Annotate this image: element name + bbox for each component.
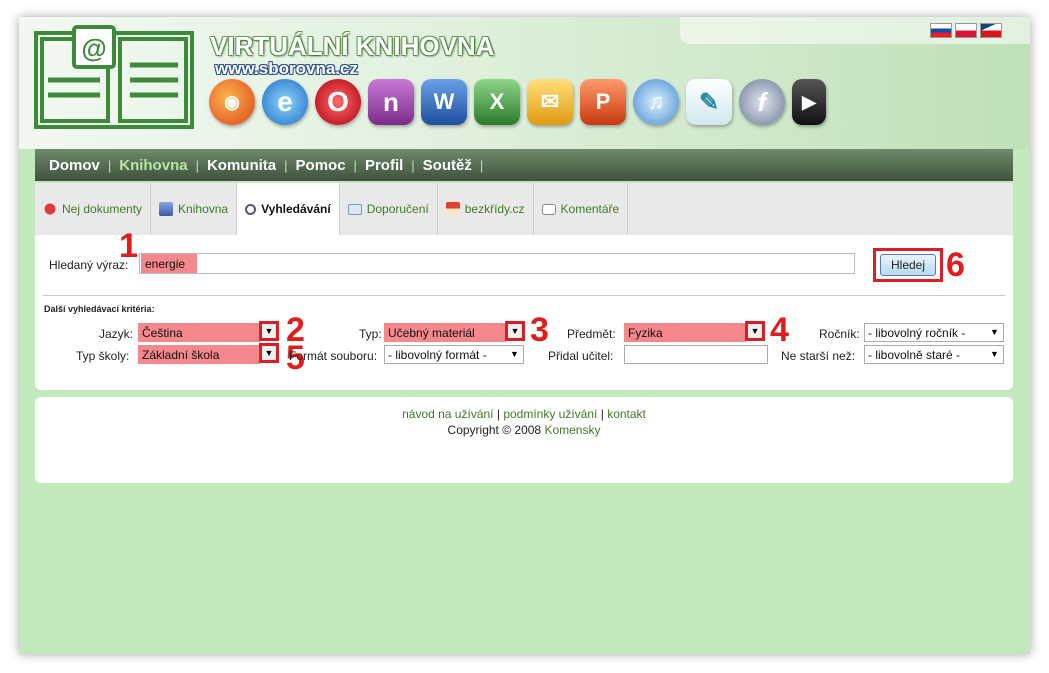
predmet-select[interactable]: Fyzika bbox=[624, 323, 746, 342]
czech-flag-icon[interactable] bbox=[980, 23, 1002, 38]
tab-komentare[interactable]: Komentáře bbox=[534, 183, 629, 235]
pridal-label: Přidal učitel: bbox=[548, 349, 614, 363]
ie-icon: e bbox=[262, 79, 308, 125]
svg-text:@: @ bbox=[81, 33, 106, 63]
site-title: VIRTUÁLNÍ KNIHOVNA bbox=[210, 31, 495, 61]
annotation-1: 1 bbox=[119, 227, 138, 265]
chevron-down-icon: ▼ bbox=[990, 349, 999, 359]
starsi-label: Ne starší než: bbox=[781, 349, 856, 363]
itunes-icon: ♫ bbox=[633, 79, 679, 125]
footer: návod na užívání | podmínky užívání | ko… bbox=[35, 397, 1013, 483]
feather-icon: ✎ bbox=[686, 79, 732, 125]
criteria-title: Další vyhledávací kritéria: bbox=[44, 304, 155, 314]
envelope-icon bbox=[347, 203, 362, 215]
sub-tabs: Nej dokumenty Knihovna Vyhledávání Dopor… bbox=[35, 183, 1013, 235]
site-url[interactable]: www.sborovna.cz bbox=[215, 59, 358, 79]
nav-komunita[interactable]: Komunita bbox=[207, 157, 276, 174]
search-input[interactable] bbox=[139, 253, 855, 274]
footer-links: návod na užívání | podmínky užívání | ko… bbox=[402, 407, 646, 421]
outlook-icon: ✉ bbox=[527, 79, 573, 125]
annotation-4: 4 bbox=[770, 311, 789, 349]
house-icon bbox=[445, 202, 460, 216]
avi-icon: ▶ bbox=[792, 79, 826, 125]
tab-bezkridy[interactable]: bezkřídy.cz bbox=[438, 183, 534, 235]
jazyk-label: Jazyk: bbox=[99, 327, 134, 341]
word-icon: W bbox=[421, 79, 467, 125]
nav-pomoc[interactable]: Pomoc bbox=[296, 157, 346, 174]
footer-link-navod[interactable]: návod na užívání bbox=[402, 407, 493, 421]
opera-icon: O bbox=[315, 79, 361, 125]
polish-flag-icon[interactable] bbox=[955, 23, 977, 38]
footer-copyright: Copyright © 2008 Komensky bbox=[447, 423, 601, 437]
chevron-down-icon: ▼ bbox=[990, 327, 999, 337]
typ-skoly-select[interactable]: Základní škola bbox=[138, 345, 260, 364]
rosette-icon bbox=[43, 202, 57, 216]
nav-knihovna[interactable]: Knihovna bbox=[119, 157, 187, 174]
format-label: Formát souboru: bbox=[289, 349, 378, 363]
footer-company-link[interactable]: Komensky bbox=[544, 423, 600, 437]
nav-domov[interactable]: Domov bbox=[49, 157, 100, 174]
footer-link-kontakt[interactable]: kontakt bbox=[607, 407, 646, 421]
main-nav: Domov | Knihovna | Komunita | Pomoc | Pr… bbox=[35, 149, 1013, 181]
starsi-select[interactable]: - libovolně staré - ▼ bbox=[864, 345, 1004, 364]
typ-dropdown-arrow[interactable]: ▼ bbox=[505, 321, 525, 341]
page-frame: @ VIRTUÁLNÍ KNIHOVNA www.sborovna.cz ◉ e… bbox=[19, 17, 1030, 654]
nav-profil[interactable]: Profil bbox=[365, 157, 403, 174]
search-button[interactable]: Hledej bbox=[880, 254, 936, 276]
annotation-6: 6 bbox=[946, 246, 965, 284]
tab-doporuceni[interactable]: Doporučení bbox=[340, 183, 438, 235]
footer-link-podminky[interactable]: podmínky užívání bbox=[503, 407, 597, 421]
book-logo-icon: @ bbox=[34, 25, 194, 129]
slovak-flag-icon[interactable] bbox=[930, 23, 952, 38]
divider bbox=[43, 295, 1005, 296]
pridal-input[interactable] bbox=[624, 345, 768, 364]
tab-vyhledavani[interactable]: Vyhledávání bbox=[237, 183, 340, 235]
predmet-dropdown-arrow[interactable]: ▼ bbox=[745, 321, 765, 341]
search-panel: Hledaný výraz: energie 1 Hledej 6 Další … bbox=[35, 229, 1013, 390]
predmet-label: Předmět: bbox=[567, 327, 616, 341]
typ-select[interactable]: Učebný materiál bbox=[384, 323, 506, 342]
firefox-icon: ◉ bbox=[209, 79, 255, 125]
annotation-3: 3 bbox=[530, 311, 549, 349]
nav-soutez[interactable]: Soutěž bbox=[423, 157, 472, 174]
typ-skoly-dropdown-arrow[interactable]: ▼ bbox=[259, 343, 279, 363]
search-label: Hledaný výraz: bbox=[49, 258, 129, 272]
format-select[interactable]: - libovolný formát - ▼ bbox=[384, 345, 524, 364]
powerpoint-icon: P bbox=[580, 79, 626, 125]
jazyk-dropdown-arrow[interactable]: ▼ bbox=[259, 321, 279, 341]
rocnik-label: Ročník: bbox=[819, 327, 860, 341]
search-value: energie bbox=[141, 254, 197, 273]
excel-icon: X bbox=[474, 79, 520, 125]
typ-label: Typ: bbox=[359, 327, 382, 341]
language-flags bbox=[930, 23, 1002, 38]
speech-bubble-icon bbox=[541, 203, 556, 215]
rocnik-select[interactable]: - libovolný ročník - ▼ bbox=[864, 323, 1004, 342]
tab-knihovna[interactable]: Knihovna bbox=[151, 183, 238, 235]
typ-skoly-label: Typ školy: bbox=[76, 349, 130, 363]
book-icon bbox=[159, 202, 174, 216]
chevron-down-icon: ▼ bbox=[510, 349, 519, 359]
flash-icon: f bbox=[739, 79, 785, 125]
app-icon-row: ◉ e O n W X ✉ P ♫ ✎ f ▶ bbox=[209, 79, 826, 125]
onenote-icon: n bbox=[368, 79, 414, 125]
site-header: @ VIRTUÁLNÍ KNIHOVNA www.sborovna.cz ◉ e… bbox=[19, 17, 1030, 149]
magnifier-icon bbox=[245, 203, 257, 215]
jazyk-select[interactable]: Čeština bbox=[138, 323, 260, 342]
